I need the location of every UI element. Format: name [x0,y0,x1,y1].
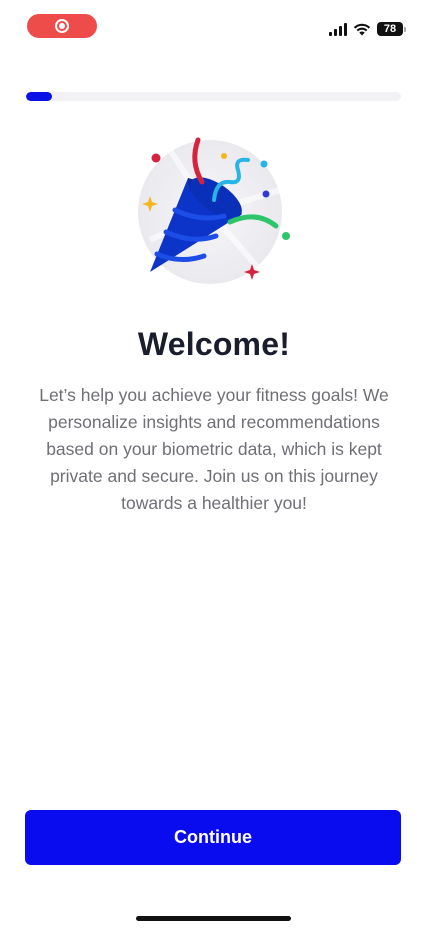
continue-button[interactable]: Continue [25,810,401,865]
onboarding-progress-bar [26,92,401,101]
welcome-description: Let’s help you achieve your fitness goal… [39,385,389,513]
record-icon [55,19,69,33]
welcome-title: Welcome! [137,326,291,362]
party-popper-icon [138,137,290,284]
progress-fill [26,92,53,101]
battery-icon: 78 [377,22,406,36]
battery-level: 78 [377,22,403,36]
screen-recording-indicator[interactable] [27,14,97,38]
signal-icon [329,22,347,36]
status-icons: 78 [329,22,406,36]
wifi-icon [353,23,371,35]
status-bar: 78 [0,0,428,54]
home-indicator[interactable] [136,916,291,921]
